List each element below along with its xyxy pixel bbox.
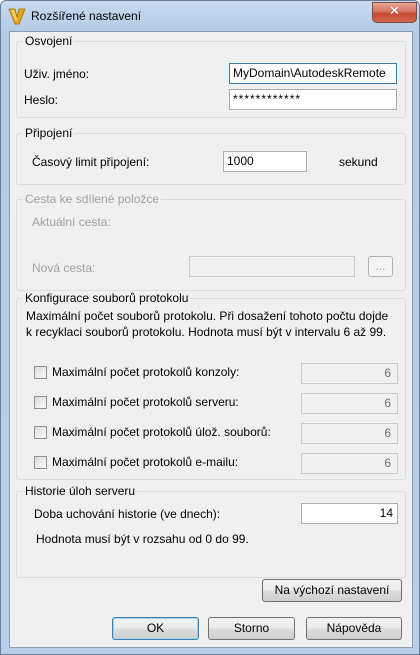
timeout-unit: sekund [339,155,378,169]
retention-label: Doba uchování historie (ve dnech): [34,507,221,521]
cancel-button[interactable]: Storno [208,617,295,640]
email-logs-input[interactable]: 6 [301,453,398,474]
console-logs-label: Maximální počet protokolů konzoly: [52,365,240,379]
email-logs-label: Maximální počet protokolů e-mailu: [52,455,239,469]
restore-defaults-button[interactable]: Na výchozí nastavení [262,579,402,602]
filestore-logs-input[interactable]: 6 [301,423,398,444]
timeout-input[interactable]: 1000 [223,151,307,172]
browse-button[interactable]: ... [368,256,393,277]
retention-input[interactable]: 14 [301,503,398,524]
dialog-client-area: Osvojení Uživ. jméno: MyDomain\AutodeskR… [9,31,413,648]
window-title: Rozšířené nastavení [31,9,142,23]
shared-path-group: Cesta ke sdílené položce [16,192,406,291]
autodesk-vault-icon [8,8,26,25]
new-path-input[interactable] [189,256,355,277]
filestore-logs-checkbox[interactable] [34,426,47,439]
console-logs-input[interactable]: 6 [301,363,398,384]
server-logs-input[interactable]: 6 [301,393,398,414]
timeout-label: Časový limit připojení: [32,155,150,169]
password-input[interactable]: ************ [229,89,397,110]
current-path-label: Aktuální cesta: [32,215,111,229]
close-button[interactable]: ✕ [372,2,417,23]
dialog-window: Rozšířené nastavení ✕ Osvojení Uživ. jmé… [0,0,420,655]
server-logs-label: Maximální počet protokolů serveru: [52,395,239,409]
email-logs-checkbox[interactable] [34,456,47,469]
server-logs-checkbox[interactable] [34,396,47,409]
help-button[interactable]: Nápověda [306,617,402,640]
log-config-description: Maximální počet souborů protokolu. Při d… [26,309,389,339]
filestore-logs-label: Maximální počet protokolů úlož. souborů: [52,425,271,439]
new-path-label: Nová cesta: [32,261,96,275]
password-label: Heslo: [24,93,59,107]
title-bar[interactable]: Rozšířené nastavení ✕ [1,1,419,31]
ok-button[interactable]: OK [112,617,199,640]
auth-legend: Osvojení [23,34,75,48]
username-label: Uživ. jméno: [24,67,90,81]
console-logs-checkbox[interactable] [34,366,47,379]
shared-path-legend: Cesta ke sdílené položce [23,192,162,206]
connection-legend: Připojení [23,126,75,140]
log-config-legend: Konfigurace souborů protokolu [23,291,191,305]
username-input[interactable]: MyDomain\AutodeskRemote [229,63,397,84]
history-legend: Historie úloh serveru [23,484,138,498]
close-icon: ✕ [389,4,400,19]
retention-hint: Hodnota musí být v rozsahu od 0 do 99. [36,532,249,546]
